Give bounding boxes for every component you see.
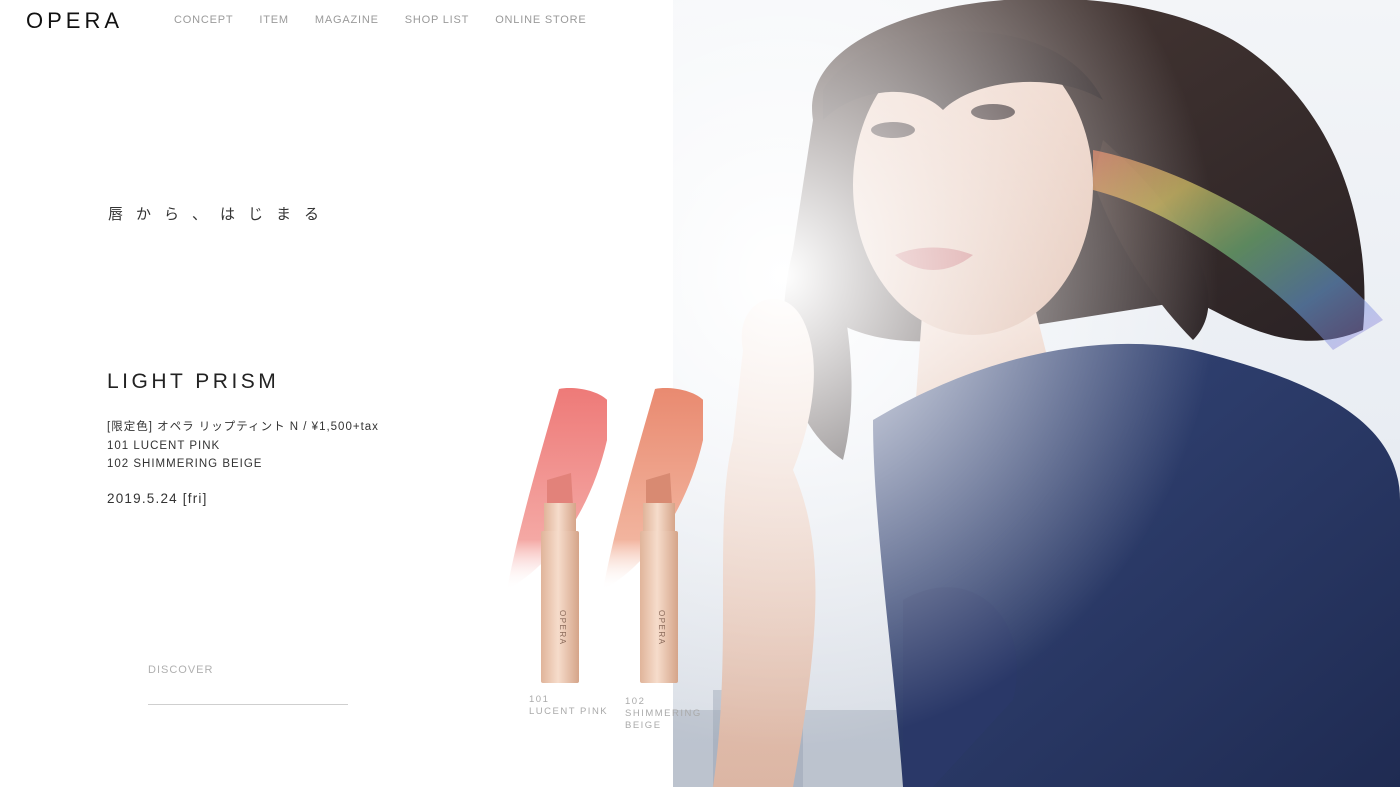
discover-label: DISCOVER	[148, 664, 214, 676]
lipstick-101-graphic: OPERA	[507, 388, 613, 683]
lipstick-102-code: 102	[625, 696, 646, 707]
tagline: 唇から、はじまる	[108, 206, 333, 223]
lipstick-102-label: 102 SHIMMERING BEIGE	[625, 696, 705, 732]
product-details: [限定色] オペラ リップティント N / ¥1,500+tax 101 LUC…	[107, 418, 379, 474]
lipstick-102-graphic: OPERA	[603, 388, 709, 683]
lipstick-102-name: SHIMMERING BEIGE	[625, 708, 702, 731]
release-date: 2019.5.24 [fri]	[107, 491, 208, 506]
product-line-102: 102 SHIMMERING BEIGE	[107, 458, 263, 470]
lipstick-101[interactable]: OPERA	[497, 385, 613, 715]
case-brand-text-101: OPERA	[558, 610, 567, 646]
model-illustration	[673, 0, 1400, 787]
discover-button[interactable]: DISCOVER	[148, 660, 348, 705]
opera-logo[interactable]: OPERA	[26, 8, 123, 34]
lipstick-101-code: 101	[529, 694, 550, 705]
nav-item[interactable]: ITEM	[259, 14, 288, 26]
product-line-101: 101 LUCENT PINK	[107, 439, 221, 452]
case-brand-text-102: OPERA	[657, 610, 666, 646]
nav-concept[interactable]: CONCEPT	[174, 14, 233, 26]
lipstick-101-label: 101 LUCENT PINK	[529, 694, 608, 718]
nav-shop-list[interactable]: SHOP LIST	[405, 14, 469, 26]
hero-model-photo	[673, 0, 1400, 787]
product-title: LIGHT PRISM	[107, 370, 280, 393]
main-nav: CONCEPT ITEM MAGAZINE SHOP LIST ONLINE S…	[174, 14, 613, 26]
nav-online-store[interactable]: ONLINE STORE	[495, 14, 586, 26]
nav-magazine[interactable]: MAGAZINE	[315, 14, 379, 26]
lipstick-102[interactable]: OPERA	[593, 385, 709, 715]
product-line-name-price: [限定色] オペラ リップティント N / ¥1,500+tax	[107, 421, 379, 433]
lipstick-101-name: LUCENT PINK	[529, 706, 609, 717]
